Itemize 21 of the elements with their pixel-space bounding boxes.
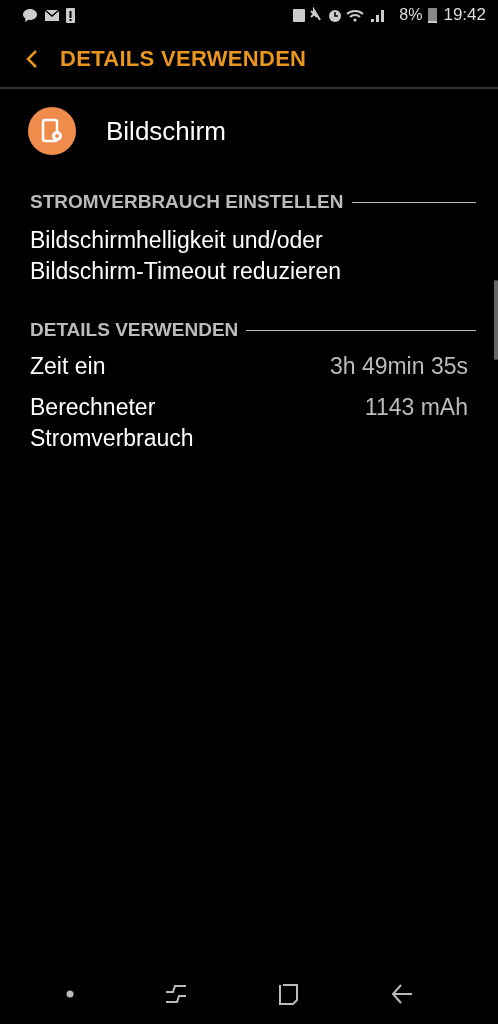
- battery-percent: 8%: [399, 6, 423, 24]
- app-name: Bildschirm: [106, 115, 226, 147]
- clock-time: 19:42: [443, 5, 486, 25]
- section-title: STROMVERBRAUCH EINSTELLEN: [30, 191, 344, 213]
- tip-text: Bildschirmhelligkeit und/oder Bildschirm-Timeout reduzieren: [30, 226, 343, 286]
- section-title: DETAILS VERWENDEN: [30, 319, 239, 341]
- page-title: DETAILS VERWENDEN: [60, 45, 307, 72]
- detail-value: 1143 mAh: [364, 393, 468, 422]
- dot-icon[interactable]: [65, 990, 74, 998]
- mail-icon: [44, 8, 60, 22]
- display-app-icon: [28, 107, 76, 155]
- message-icon: [22, 7, 38, 23]
- battery-icon: [428, 7, 438, 23]
- detail-label: Zeit ein: [30, 352, 106, 381]
- detail-label: Berechneter Stromverbrauch: [30, 393, 195, 453]
- home-icon[interactable]: [277, 983, 300, 1005]
- back-nav-icon[interactable]: [390, 983, 413, 1005]
- battery-alert-icon: [66, 7, 75, 23]
- back-icon[interactable]: [26, 48, 38, 69]
- recent-apps-icon[interactable]: [164, 983, 187, 1005]
- detail-value: 3h 49min 35s: [329, 352, 468, 381]
